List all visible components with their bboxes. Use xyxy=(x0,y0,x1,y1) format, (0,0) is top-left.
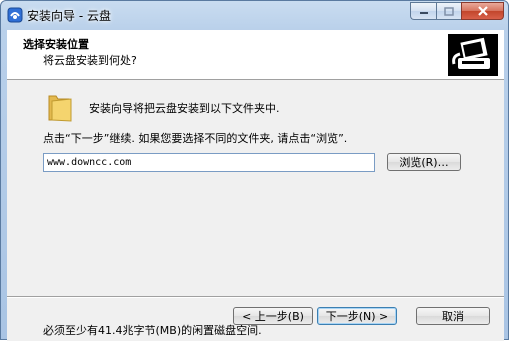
wizard-header: 选择安装位置 将云盘安装到何处? xyxy=(7,30,504,80)
close-icon xyxy=(477,6,488,16)
wizard-client-area: 选择安装位置 将云盘安装到何处? 安装向导将把云盘安装到以下文件夹中. 点击“下… xyxy=(7,30,504,341)
minimize-button[interactable] xyxy=(410,2,436,20)
window-title: 安装向导 - 云盘 xyxy=(27,9,111,23)
installer-app-icon xyxy=(7,7,23,23)
wizard-body: 安装向导将把云盘安装到以下文件夹中. 点击“下一步”继续. 如果您要选择不同的文… xyxy=(7,80,504,337)
maximize-button[interactable] xyxy=(436,2,461,20)
setup-logo-icon xyxy=(448,34,498,76)
caption-buttons xyxy=(410,2,504,20)
intro-text: 安装向导将把云盘安装到以下文件夹中. xyxy=(89,102,280,115)
installer-window: 安装向导 - 云盘 选择安装位置 将云盘安装到何处? 安装向导将把云盘安装到以下… xyxy=(0,0,509,341)
folder-icon xyxy=(47,92,73,122)
cancel-button[interactable]: 取消 xyxy=(416,307,490,325)
space-required-text: 必须至少有41.4兆字节(MB)的闲置磁盘空间. xyxy=(43,324,262,337)
title-bar[interactable]: 安装向导 - 云盘 xyxy=(1,1,508,29)
instruction-text: 点击“下一步”继续. 如果您要选择不同的文件夹, 请点击“浏览”. xyxy=(43,132,348,145)
page-subtitle: 将云盘安装到何处? xyxy=(43,54,137,67)
browse-button[interactable]: 浏览(R)… xyxy=(387,153,461,171)
page-title: 选择安装位置 xyxy=(23,38,89,51)
close-button[interactable] xyxy=(461,2,504,20)
maximize-icon xyxy=(444,6,454,16)
footer-divider xyxy=(7,296,504,298)
minimize-icon xyxy=(419,12,428,14)
install-path-input[interactable] xyxy=(43,153,375,172)
next-button[interactable]: 下一步(N) > xyxy=(317,307,397,325)
back-button[interactable]: < 上一步(B) xyxy=(233,307,313,325)
